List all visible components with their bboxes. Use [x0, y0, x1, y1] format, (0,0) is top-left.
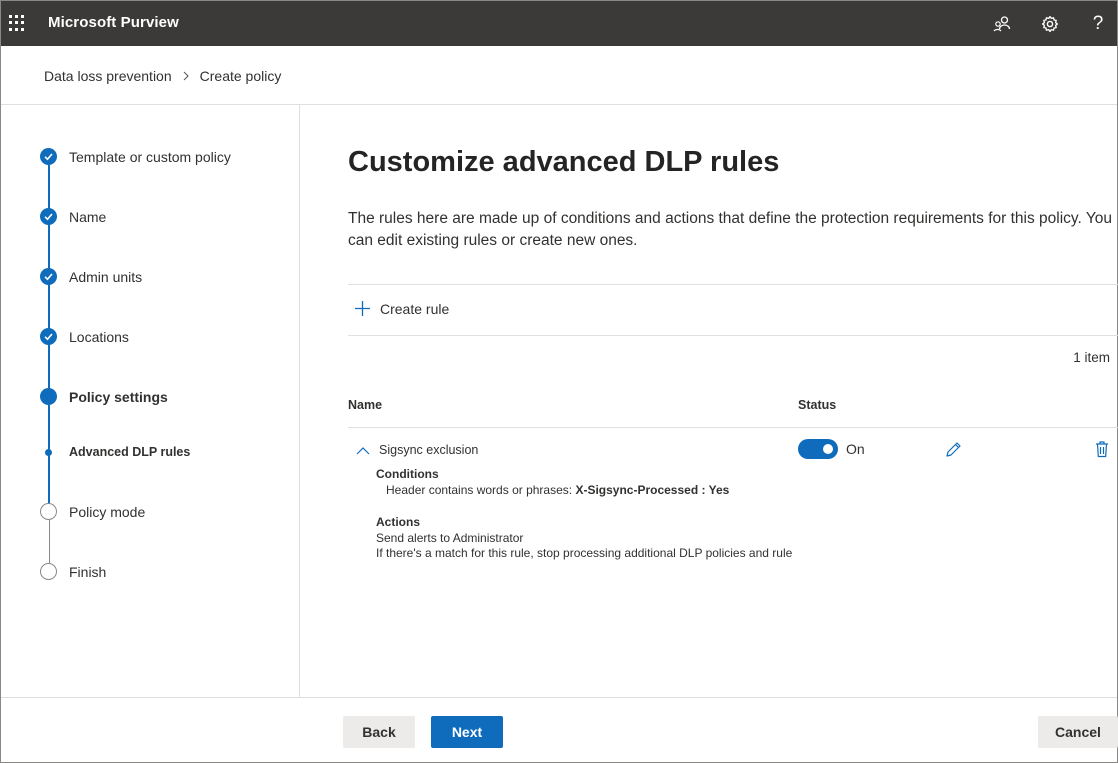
window-frame — [0, 0, 1118, 763]
back-button[interactable]: Back — [343, 716, 415, 748]
rule-status-label: On — [846, 441, 865, 457]
step-locations: Locations — [40, 328, 129, 345]
next-button[interactable]: Next — [431, 716, 503, 748]
checkmark-icon — [40, 208, 57, 225]
breadcrumb: Data loss prevention Create policy — [44, 68, 281, 84]
step-label: Advanced DLP rules — [69, 445, 191, 459]
chevron-up-icon[interactable] — [356, 446, 370, 455]
current-substep-icon — [45, 448, 52, 456]
top-bar: Microsoft Purview ? — [1, 1, 1117, 46]
delete-rule-trash-icon[interactable] — [1094, 440, 1110, 463]
waffle-icon[interactable] — [8, 14, 26, 32]
step-label: Name — [69, 208, 107, 225]
page-title: Customize advanced DLP rules — [348, 146, 780, 178]
rule-status-toggle[interactable] — [798, 439, 838, 459]
action-stop-processing: If there's a match for this rule, stop p… — [376, 546, 793, 560]
condition-text: Header contains words or phrases: X-Sigs… — [386, 483, 729, 497]
action-send-alerts: Send alerts to Administrator — [376, 531, 524, 545]
column-header-status[interactable]: Status — [798, 398, 836, 412]
checkmark-icon — [40, 328, 57, 345]
rule-name-toggle[interactable]: Sigsync exclusion — [356, 443, 478, 457]
cancel-button[interactable]: Cancel — [1038, 716, 1118, 748]
edit-rule-pencil-icon[interactable] — [944, 440, 963, 464]
footer-divider — [1, 697, 1117, 698]
step-template: Template or custom policy — [40, 148, 231, 165]
create-rule-label: Create rule — [380, 300, 450, 317]
stepper-divider — [299, 105, 300, 698]
conditions-heading: Conditions — [376, 467, 439, 481]
command-bar-top-divider — [348, 284, 1118, 285]
plus-icon — [354, 300, 371, 317]
pending-step-icon — [40, 563, 57, 580]
community-icon[interactable] — [991, 13, 1013, 35]
command-bar-bottom-divider — [348, 335, 1118, 336]
breadcrumb-item-dlp[interactable]: Data loss prevention — [44, 68, 172, 84]
help-glyph: ? — [1092, 13, 1104, 34]
step-finish: Finish — [40, 563, 106, 580]
toggle-knob — [823, 444, 833, 454]
table-header-divider — [348, 427, 1118, 428]
breadcrumb-item-create-policy: Create policy — [199, 68, 282, 84]
step-label: Finish — [69, 563, 107, 580]
step-policy-mode: Policy mode — [40, 503, 145, 520]
condition-prefix: Header contains words or phrases: — [386, 483, 576, 497]
current-step-icon — [40, 388, 57, 405]
header-divider — [1, 104, 1117, 105]
step-advanced-dlp-rules: Advanced DLP rules — [40, 445, 190, 459]
app-title[interactable]: Microsoft Purview — [48, 14, 179, 31]
chevron-right-icon — [182, 71, 190, 81]
step-label: Locations — [69, 328, 129, 345]
step-label: Admin units — [69, 268, 143, 285]
checkmark-icon — [40, 268, 57, 285]
pending-step-icon — [40, 503, 57, 520]
gear-icon[interactable] — [1039, 13, 1061, 35]
stepper-line-remaining — [48, 520, 50, 565]
rule-name: Sigsync exclusion — [379, 443, 479, 457]
column-header-name[interactable]: Name — [348, 398, 382, 412]
checkmark-icon — [40, 148, 57, 165]
step-label: Policy settings — [69, 388, 168, 405]
actions-heading: Actions — [376, 515, 421, 529]
step-admin-units: Admin units — [40, 268, 142, 285]
page-description: The rules here are made up of conditions… — [348, 210, 1112, 249]
create-rule-button[interactable]: Create rule — [354, 300, 449, 317]
step-label: Policy mode — [69, 503, 146, 520]
condition-value: X-Sigsync-Processed : Yes — [575, 483, 730, 497]
step-policy-settings: Policy settings — [40, 388, 168, 405]
help-icon[interactable]: ? — [1087, 13, 1109, 35]
step-name: Name — [40, 208, 106, 225]
item-count: 1 item — [1073, 350, 1110, 365]
step-label: Template or custom policy — [69, 148, 231, 165]
